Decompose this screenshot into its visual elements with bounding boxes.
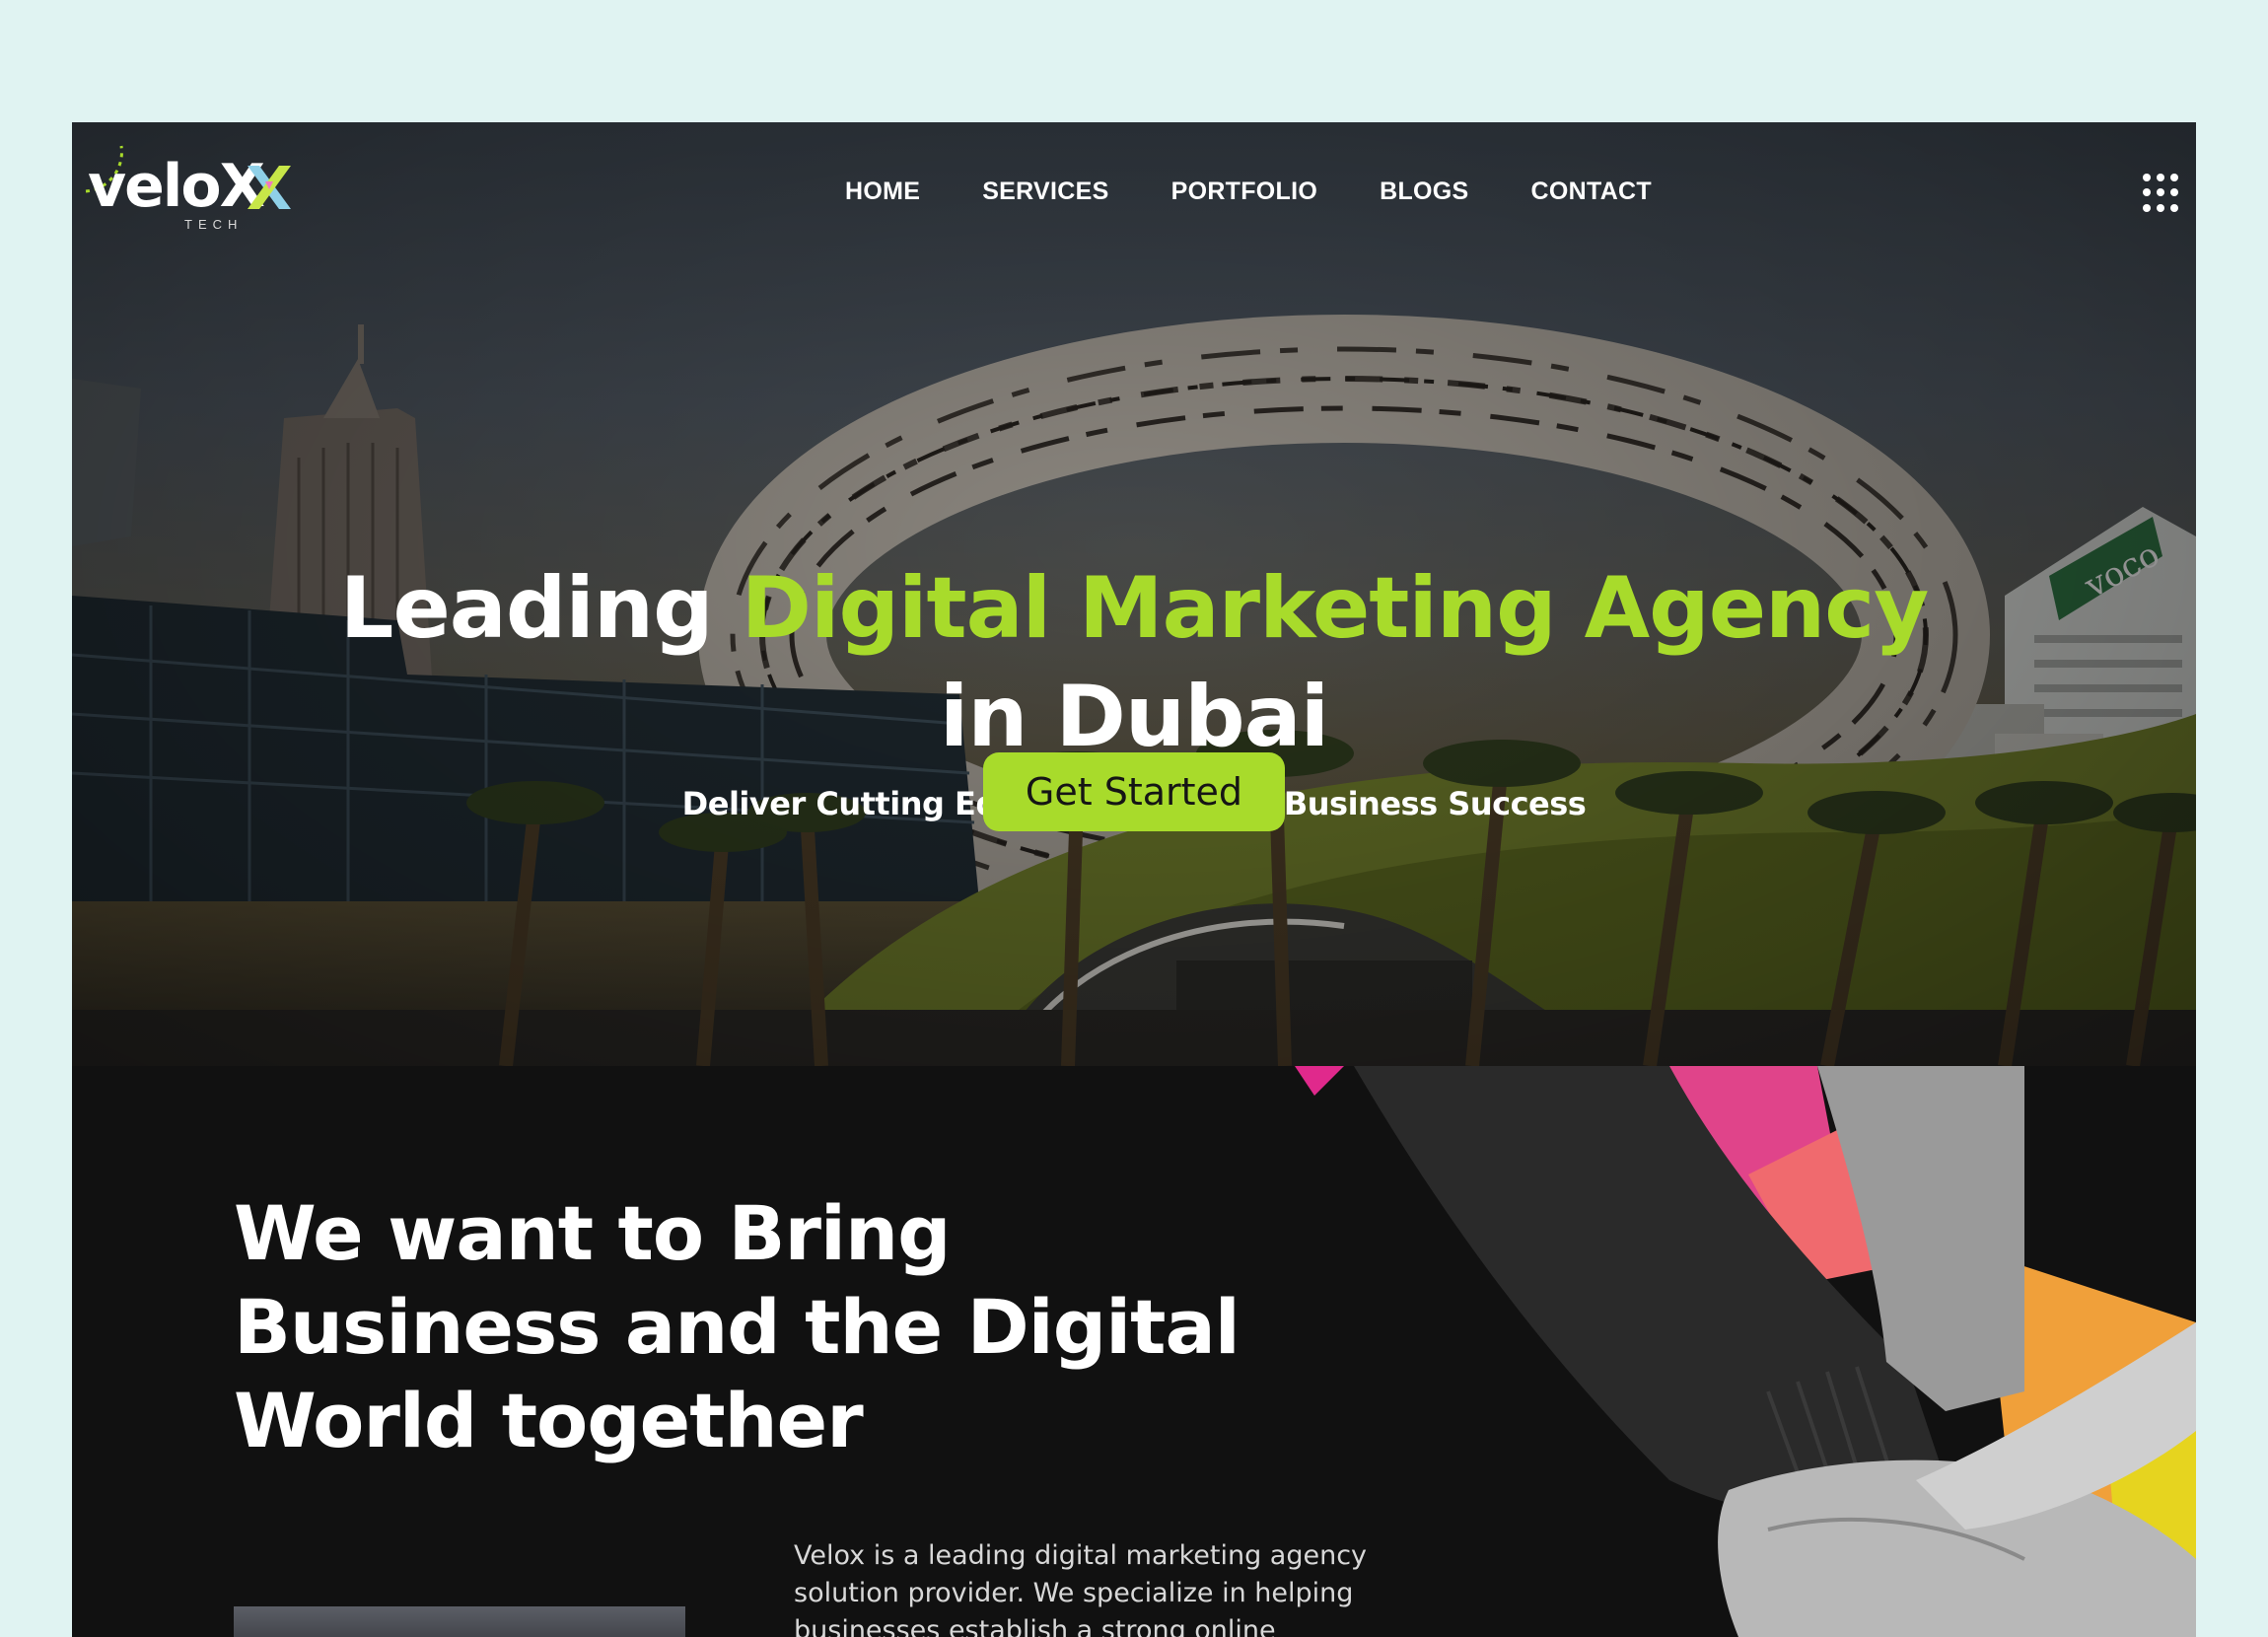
- nav-portfolio[interactable]: PORTFOLIO: [1171, 174, 1318, 209]
- hero-title-tail: in Dubai: [939, 668, 1329, 766]
- about-section: We want to Bring Business and the Digita…: [72, 1066, 2196, 1637]
- nav-services[interactable]: SERVICES: [982, 174, 1108, 209]
- logo-subtitle: TECH: [184, 217, 244, 232]
- hero-title-accent: Digital Marketing Agency: [741, 559, 1930, 658]
- browser-viewport: voco: [72, 122, 2196, 1637]
- about-image: [234, 1606, 685, 1637]
- logo-x-mark: [248, 166, 291, 209]
- about-title-line3: World together: [234, 1377, 864, 1464]
- about-title-line2: Business and the Digital: [234, 1283, 1240, 1371]
- main-nav: HOME SERVICES PORTFOLIO BLOGS CONTACT: [845, 174, 1714, 209]
- hero-title-lead: Leading: [339, 559, 714, 658]
- grid-dots-icon[interactable]: [2143, 174, 2182, 213]
- get-started-button[interactable]: Get Started: [983, 752, 1285, 831]
- nav-contact[interactable]: CONTACT: [1531, 174, 1652, 209]
- nav-blogs[interactable]: BLOGS: [1380, 174, 1468, 209]
- hero-section: voco: [72, 122, 2196, 1066]
- about-paragraph: Velox is a leading digital marketing age…: [794, 1540, 1368, 1637]
- brand-logo[interactable]: veloX TECH: [85, 145, 315, 232]
- logo-word: veloX: [88, 152, 265, 221]
- about-title: We want to Bring Business and the Digita…: [234, 1186, 1318, 1467]
- hero-title: Leading Digital Marketing Agency in Duba…: [72, 554, 2196, 771]
- nav-home[interactable]: HOME: [845, 174, 920, 209]
- about-title-line1: We want to Bring: [234, 1189, 951, 1277]
